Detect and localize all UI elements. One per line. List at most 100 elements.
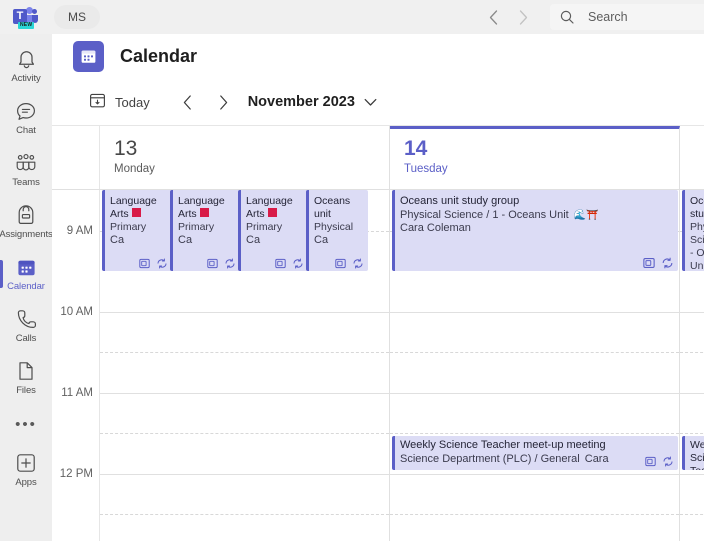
channel-meeting-icon	[335, 258, 346, 269]
channel-meeting-icon	[275, 258, 286, 269]
sidebar-item-assignments[interactable]: Assignments	[0, 196, 53, 248]
more-horizontal-icon: •••	[15, 415, 37, 433]
sidebar-item-apps[interactable]: Apps	[0, 444, 52, 496]
main-content: Calendar Today November 2023 13 Monday 1…	[52, 34, 704, 541]
time-gutter-header	[52, 126, 100, 189]
event-title: Oceans unit study group	[690, 195, 704, 220]
time-label: 12 PM	[59, 468, 93, 480]
calendar-event[interactable]: Oceans unit Physical Ca	[306, 190, 368, 271]
event-title: Oceans unit study group	[400, 195, 520, 207]
sidebar-more-button[interactable]: •••	[0, 404, 52, 444]
month-label: November 2023	[247, 94, 355, 110]
calendar-scroll-area[interactable]: Language Arts Primary Ca Language Arts P…	[52, 190, 704, 541]
calendar-grid: 13 Monday 14 Tuesday Language Arts Prima…	[52, 126, 704, 541]
avatar-initials: MS	[68, 10, 86, 24]
event-subject-row: Science Department (PLC) / General Cara	[400, 453, 674, 467]
channel-meeting-icon	[643, 257, 655, 269]
event-title: Language	[110, 195, 157, 207]
bell-icon	[17, 48, 36, 70]
day-header-monday[interactable]: 13 Monday	[100, 126, 390, 189]
sidebar-item-label: Activity	[11, 73, 41, 84]
calendar-event-partial[interactable]: Weekly Science Teacher meet-up meeting S…	[682, 436, 704, 470]
sidebar-item-label: Assignments	[0, 229, 53, 240]
sidebar-item-label: Calls	[15, 333, 37, 344]
event-title-cont: Arts	[246, 208, 265, 220]
forward-button[interactable]	[508, 3, 538, 31]
channel-meeting-icon	[645, 456, 656, 467]
sidebar-item-files[interactable]: Files	[0, 352, 52, 404]
event-subject: Physical	[314, 221, 354, 233]
sidebar-item-calendar[interactable]: Calendar	[0, 248, 52, 300]
event-title: Language	[246, 195, 293, 207]
ocean-shrine-emoji: 🌊⛩️	[573, 209, 599, 221]
calendar-event[interactable]: Weekly Science Teacher meet-up meeting S…	[392, 436, 678, 470]
prev-week-button[interactable]	[174, 88, 202, 116]
event-title-cont: Arts	[178, 208, 197, 220]
event-title-line2: Arts	[178, 208, 236, 221]
recurring-icon	[662, 456, 674, 467]
calendar-event[interactable]: Language Arts Primary Ca	[102, 190, 172, 271]
sidebar-item-label: Apps	[15, 477, 37, 488]
event-title: Weekly Science Teacher meet-up meeting	[400, 439, 606, 451]
recurring-icon	[224, 258, 236, 269]
time-gutter: 9 AM 10 AM 11 AM 12 PM	[52, 190, 100, 541]
chat-bubble-icon	[16, 100, 36, 122]
event-icons	[335, 258, 364, 269]
chevron-down-icon[interactable]	[364, 98, 377, 107]
event-subject: Primary	[110, 221, 147, 233]
sidebar-item-calls[interactable]: Calls	[0, 300, 52, 352]
today-button-label: Today	[115, 94, 150, 110]
calendar-event[interactable]: Language Arts Primary Ca	[238, 190, 308, 271]
event-title-cont: unit	[314, 208, 331, 220]
teams-logo[interactable]: T NEW	[12, 5, 40, 29]
event-subject: Primary	[178, 221, 215, 233]
event-organizer: Cara Coleman	[400, 222, 471, 234]
day-name: Monday	[114, 163, 155, 175]
event-subject: Science Department (PLC) / General	[400, 452, 580, 465]
sidebar-item-chat[interactable]: Chat	[0, 92, 52, 144]
event-subject: Physical Science / 1 - Oceans Unit	[400, 208, 569, 221]
recurring-icon	[292, 258, 304, 269]
channel-meeting-icon	[207, 258, 218, 269]
day-header-tuesday[interactable]: 14 Tuesday	[390, 126, 680, 189]
sidebar-item-activity[interactable]: Activity	[0, 40, 52, 92]
sidebar-item-label: Files	[16, 385, 36, 396]
sidebar-item-teams[interactable]: Teams	[0, 144, 52, 196]
event-organizer: Ca	[110, 234, 125, 246]
sidebar-item-label: Calendar	[7, 281, 45, 292]
calendar-event[interactable]: Oceans unit study group Physical Science…	[392, 190, 678, 271]
calendar-event[interactable]: Language Arts Primary Ca	[170, 190, 240, 271]
recurring-icon	[661, 257, 674, 269]
red-square-emoji	[267, 208, 277, 217]
event-title: Language	[178, 195, 225, 207]
day-header-wednesday[interactable]	[680, 126, 704, 189]
search-input[interactable]: Search	[550, 4, 704, 30]
time-label: 10 AM	[60, 306, 93, 318]
event-title-cont: Arts	[110, 208, 129, 220]
next-week-button[interactable]	[210, 88, 238, 116]
event-title: Weekly Science Teacher meet-up meeting	[690, 439, 704, 470]
calendar-event-partial[interactable]: Oceans unit study group Physical Science…	[682, 190, 704, 271]
today-button[interactable]: Today	[83, 88, 156, 116]
back-button[interactable]	[478, 3, 508, 31]
event-icons	[207, 258, 236, 269]
channel-meeting-icon	[139, 258, 150, 269]
file-icon	[18, 360, 34, 382]
calendar-icon	[17, 256, 36, 278]
day-name: Tuesday	[404, 163, 448, 175]
event-organizer: Ca	[314, 234, 329, 246]
avatar[interactable]: MS	[54, 5, 100, 29]
event-icons	[643, 257, 674, 269]
event-subject: Primary	[246, 221, 283, 233]
event-title-line2: Arts	[246, 208, 304, 221]
day-header-row: 13 Monday 14 Tuesday	[52, 126, 704, 190]
red-square-emoji	[199, 208, 209, 217]
phone-icon	[17, 308, 36, 330]
sidebar-item-label: Teams	[12, 177, 40, 188]
event-title-line2: Arts	[110, 208, 168, 221]
page-header: Calendar	[52, 34, 704, 79]
event-icons	[139, 258, 168, 269]
event-title: Oceans	[314, 195, 351, 207]
calendar-toolbar: Today November 2023	[52, 79, 704, 126]
event-subject: Physical Science / 1 - Oceans Unit	[690, 221, 704, 271]
